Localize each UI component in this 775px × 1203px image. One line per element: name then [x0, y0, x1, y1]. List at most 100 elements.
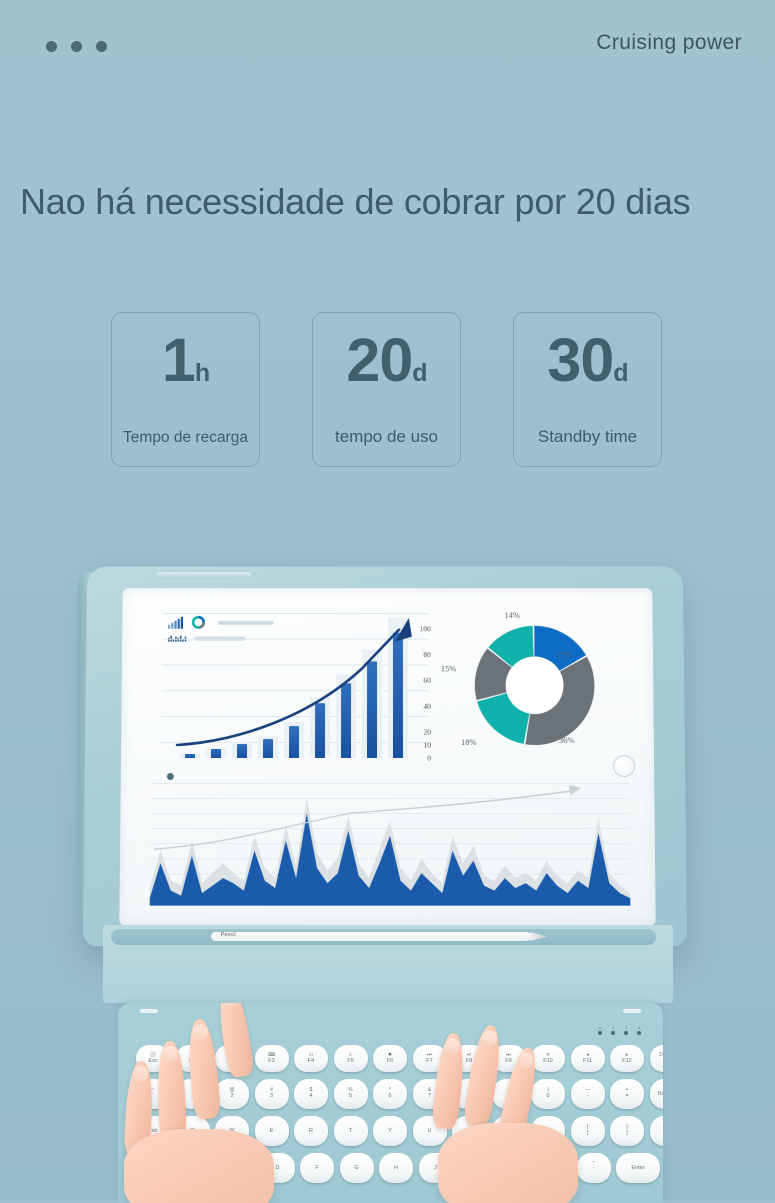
- keyboard-tab-right: [623, 1009, 641, 1013]
- key-label: 2: [230, 1093, 234, 1100]
- home-button[interactable]: [613, 755, 636, 777]
- key-label: F9: [505, 1057, 512, 1064]
- keyboard-key[interactable]: ⌨ F3: [254, 1045, 289, 1072]
- keyboard-key[interactable]: Delete⚿: [649, 1045, 663, 1072]
- stat-caption-usage: tempo de uso: [334, 427, 438, 446]
- key-label: Y: [388, 1127, 392, 1134]
- keyboard-tab-left: [140, 1009, 158, 1013]
- dot-1: [46, 41, 57, 52]
- y-tick: 80: [423, 650, 431, 659]
- keyboard-key[interactable]: Y: [373, 1116, 407, 1146]
- bar-slot: [203, 629, 230, 758]
- donut-chart-svg: [474, 625, 595, 746]
- bar-slot: [255, 629, 282, 758]
- tablet-case: 0 10 20 40 60 80 100 17% 36% 18% 15% 14%: [82, 566, 688, 947]
- key-label: ': [592, 1167, 595, 1174]
- keyboard-key[interactable]: ◂ F11: [570, 1045, 605, 1072]
- key-label: Enter: [631, 1164, 645, 1171]
- bar: [262, 738, 274, 758]
- area-chart-svg: [149, 784, 631, 906]
- y-tick: 0: [427, 753, 432, 763]
- status-led: 2: [624, 1025, 628, 1035]
- keyboard-key[interactable]: ^ 6: [373, 1079, 407, 1109]
- dot-2: [71, 41, 82, 52]
- bar-slot: [229, 629, 256, 758]
- keyboard-key[interactable]: $4: [294, 1079, 328, 1109]
- keyboard-key[interactable]: ✸ F6: [373, 1045, 407, 1072]
- pencil-slot: Pencil: [111, 929, 656, 945]
- key-label: D: [275, 1164, 280, 1171]
- led-dot: [637, 1031, 641, 1035]
- keyboard-key[interactable]: — -: [570, 1079, 605, 1109]
- donut-chart: 17% 36% 18% 15% 14%: [439, 608, 629, 772]
- keyboard-key[interactable]: ⌕ F5: [333, 1045, 368, 1072]
- led-dot: [624, 1031, 628, 1035]
- key-label: F10: [543, 1057, 553, 1064]
- stat-value-standby: 30d: [547, 326, 628, 394]
- keyboard-key[interactable]: |\: [649, 1116, 663, 1146]
- keyboard-key[interactable]: R: [294, 1116, 328, 1146]
- stat-card-usage: 20d tempo de uso: [312, 312, 461, 467]
- key-label: 5: [348, 1093, 353, 1100]
- keyboard-key[interactable]: F: [300, 1153, 334, 1183]
- decorative-dots: [46, 41, 107, 52]
- finger-right-middle: [462, 1023, 505, 1129]
- keyboard-key[interactable]: #3: [254, 1079, 289, 1109]
- keyboard-key[interactable]: Backspace: [649, 1079, 663, 1109]
- key-label: F4: [307, 1057, 315, 1064]
- keyboard-key[interactable]: " ': [576, 1153, 611, 1183]
- led-label: 1: [611, 1025, 615, 1030]
- keyboard-key[interactable]: {[: [570, 1116, 605, 1146]
- front-camera-icon: [166, 772, 174, 780]
- stats-row: 1h Tempo de recarga 20d tempo de uso 30d…: [111, 312, 662, 467]
- keyboard-key[interactable]: }]: [610, 1116, 644, 1146]
- keyboard-key[interactable]: @2: [215, 1079, 249, 1109]
- donut-label-15: 15%: [440, 663, 457, 674]
- key-label: Esc: [148, 1057, 158, 1064]
- donut-label-18: 18%: [460, 737, 477, 748]
- area-chart: [149, 777, 631, 906]
- palm-right: [438, 1123, 578, 1203]
- key-label: E: [269, 1127, 274, 1134]
- keyboard-key[interactable]: H: [379, 1153, 413, 1183]
- keyboard-key[interactable]: T: [333, 1116, 368, 1146]
- page-title: Nao há necessidade de cobrar por 20 dias: [20, 181, 691, 222]
- keyboard[interactable]: A123 ⬜Esc☼F1▣F2⌨F3▭F4⌕F5✸F6⏮F7⏯F8⏭F9✕F10…: [118, 1003, 663, 1203]
- keyboard-key[interactable]: ▭ F4: [294, 1045, 328, 1072]
- keyboard-key[interactable]: ✕ F10: [531, 1045, 565, 1072]
- bar-slot: [333, 629, 359, 758]
- key-label: J: [434, 1164, 437, 1171]
- apple-pencil: Pencil: [211, 932, 531, 941]
- keyboard-key[interactable]: ▸ F12: [610, 1045, 644, 1072]
- keyboard-key[interactable]: % 5: [333, 1079, 368, 1109]
- key-label: F12: [622, 1057, 632, 1064]
- key-label: F7: [426, 1057, 433, 1064]
- led-label: A: [598, 1025, 602, 1030]
- donut-label-36: 36%: [558, 735, 575, 746]
- keyboard-key[interactable]: ) 0: [531, 1079, 565, 1109]
- marketing-page: Cruising power Nao há necessidade de cob…: [0, 0, 775, 1203]
- palm-left: [124, 1129, 274, 1203]
- key-label: R: [309, 1127, 313, 1134]
- tablet-screen: 0 10 20 40 60 80 100 17% 36% 18% 15% 14%: [119, 588, 656, 926]
- y-tick: 100: [419, 624, 431, 634]
- brand-label: Cruising power: [596, 31, 742, 54]
- dot-3: [96, 41, 107, 52]
- key-label: 7: [427, 1093, 432, 1100]
- bar: [340, 682, 352, 758]
- donut-label-17: 17%: [556, 649, 572, 660]
- bar-chart: 0 10 20 40 60 80 100: [161, 612, 431, 762]
- key-label: [: [586, 1130, 589, 1137]
- key-top-label: Delete: [659, 1051, 663, 1058]
- key-label: -: [586, 1093, 589, 1100]
- keyboard-key[interactable]: G: [339, 1153, 374, 1183]
- keyboard-key[interactable]: + =: [610, 1079, 644, 1109]
- y-tick: 60: [423, 675, 431, 685]
- bar: [366, 660, 378, 758]
- y-tick: 40: [423, 701, 431, 711]
- keyboard-key[interactable]: Enter: [616, 1153, 660, 1183]
- key-label: =: [625, 1093, 629, 1100]
- led-dot: [598, 1031, 602, 1035]
- dashboard-canvas: 0 10 20 40 60 80 100 17% 36% 18% 15% 14%: [138, 600, 638, 918]
- bar: [314, 703, 326, 758]
